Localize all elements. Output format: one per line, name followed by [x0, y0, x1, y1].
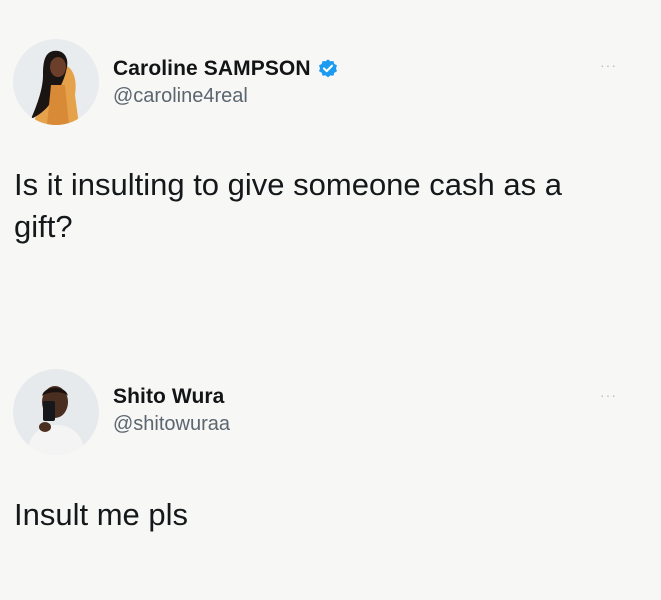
more-options-icon[interactable]: ··· [600, 388, 617, 402]
avatar[interactable] [13, 369, 99, 455]
author-block: Shito Wura @shitowuraa [113, 383, 230, 436]
avatar[interactable] [13, 39, 99, 125]
woman-portrait-avatar-icon [13, 39, 99, 125]
tweet-text: Is it insulting to give someone cash as … [14, 167, 562, 244]
verified-badge-icon [317, 58, 339, 80]
handle[interactable]: @caroline4real [113, 85, 339, 108]
tweet-card[interactable]: Caroline SAMPSON @caroline4real ··· Is i… [0, 0, 661, 330]
author-block: Caroline SAMPSON @caroline4real [113, 55, 339, 108]
more-options-icon[interactable]: ··· [600, 58, 617, 72]
handle[interactable]: @shitowuraa [113, 413, 230, 436]
display-name[interactable]: Shito Wura [113, 385, 224, 409]
man-selfie-avatar-icon [13, 369, 99, 455]
tweet-text: Insult me pls [14, 497, 189, 532]
display-name[interactable]: Caroline SAMPSON [113, 57, 311, 81]
tweet-card[interactable]: Shito Wura @shitowuraa ··· Insult me pls [0, 330, 661, 600]
